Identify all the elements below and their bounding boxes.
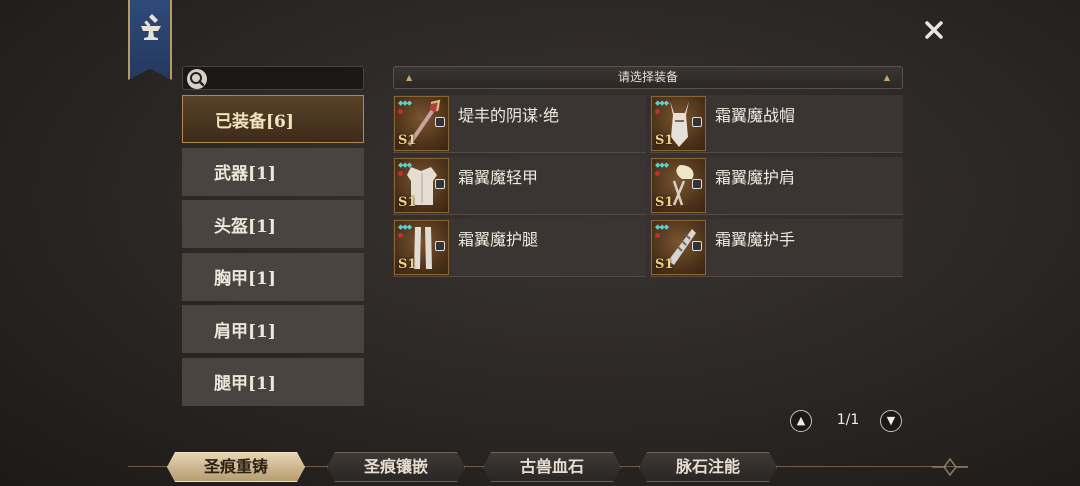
header-left-ornament-icon: ▲ xyxy=(406,73,413,82)
staff-icon: ◆◆◆ S1 xyxy=(394,96,449,151)
tab-veinstone-infusion[interactable]: 脉石注能 xyxy=(639,452,777,482)
category-shoulder[interactable]: 肩甲[1] xyxy=(182,305,364,354)
category-weapon[interactable]: 武器[1] xyxy=(182,147,364,196)
category-label: 已装备[6] xyxy=(215,111,294,132)
category-label: 腿甲[1] xyxy=(214,374,276,395)
category-label: 武器[1] xyxy=(214,164,276,185)
header-title: 请选择装备 xyxy=(617,70,678,84)
category-legs[interactable]: 腿甲[1] xyxy=(182,357,364,406)
page-down-button[interactable]: ▼ xyxy=(880,410,902,432)
category-list: 已装备[6] 武器[1] 头盔[1] 胸甲[1] 肩甲[1] 腿甲[1] xyxy=(182,95,364,411)
category-label: 胸甲[1] xyxy=(214,269,276,290)
lock-icon xyxy=(692,179,702,189)
equipment-item[interactable]: ◆◆◆ S1 霜翼魔护腿 xyxy=(393,219,646,277)
tier-badge: S1 xyxy=(655,195,674,210)
equipment-item[interactable]: ◆◆◆ S1 霜翼魔轻甲 xyxy=(393,157,646,215)
tab-label: 古兽血石 xyxy=(519,457,584,476)
equipment-grid: ◆◆◆ S1 堤丰的阴谋·绝 ◆◆◆ S1 霜翼魔战帽 ◆◆◆ S1 霜翼魔轻甲… xyxy=(393,95,903,281)
page-indicator: 1/1 xyxy=(836,412,860,428)
bottom-tab-bar: 圣痕重铸 圣痕镶嵌 古兽血石 脉石注能 xyxy=(0,446,1080,486)
equipment-item[interactable]: ◆◆◆ S1 霜翼魔护手 xyxy=(650,219,903,277)
equipment-name: 霜翼魔战帽 xyxy=(715,106,796,125)
equipment-item[interactable]: ◆◆◆ S1 霜翼魔战帽 xyxy=(650,95,903,153)
helmet-icon: ◆◆◆ S1 xyxy=(651,96,706,151)
lock-icon xyxy=(692,241,702,251)
tier-badge: S1 xyxy=(655,133,674,148)
tier-badge: S1 xyxy=(398,257,417,272)
search-icon[interactable] xyxy=(186,68,208,94)
select-equipment-header: ▲ 请选择装备 ▲ xyxy=(393,66,903,89)
page-up-button[interactable]: ▲ xyxy=(790,410,812,432)
close-icon xyxy=(925,21,943,39)
header-right-ornament-icon: ▲ xyxy=(883,73,890,82)
category-label: 肩甲[1] xyxy=(214,321,276,342)
equipment-name: 霜翼魔护肩 xyxy=(715,168,796,187)
anvil-icon xyxy=(141,14,161,40)
tab-label: 圣痕镶嵌 xyxy=(363,457,428,476)
chevron-down-icon: ▼ xyxy=(886,414,896,427)
tier-badge: S1 xyxy=(655,257,674,272)
tab-stigmata-reforge[interactable]: 圣痕重铸 xyxy=(167,452,305,482)
pauldron-icon: ◆◆◆ S1 xyxy=(651,158,706,213)
category-equipped[interactable]: 已装备[6] xyxy=(182,95,364,143)
tier-badge: S1 xyxy=(398,195,417,210)
pager: ▲ 1/1 ▼ xyxy=(788,408,904,436)
forge-banner xyxy=(128,0,172,80)
search-input[interactable] xyxy=(209,69,363,89)
lock-icon xyxy=(435,241,445,251)
category-label: 头盔[1] xyxy=(214,216,276,237)
gauntlet-icon: ◆◆◆ S1 xyxy=(651,220,706,275)
tab-stigmata-inlay[interactable]: 圣痕镶嵌 xyxy=(327,452,465,482)
equipment-name: 霜翼魔护腿 xyxy=(458,230,539,249)
tier-badge: S1 xyxy=(398,133,417,148)
equipment-item[interactable]: ◆◆◆ S1 霜翼魔护肩 xyxy=(650,157,903,215)
equipment-name: 霜翼魔轻甲 xyxy=(458,168,539,187)
search-box[interactable] xyxy=(182,66,364,90)
equipment-item[interactable]: ◆◆◆ S1 堤丰的阴谋·绝 xyxy=(393,95,646,153)
chevron-up-icon: ▲ xyxy=(796,414,806,427)
equipment-name: 霜翼魔护手 xyxy=(715,230,796,249)
ornament-icon xyxy=(932,457,968,477)
lock-icon xyxy=(692,117,702,127)
category-helmet[interactable]: 头盔[1] xyxy=(182,200,364,249)
tab-label: 圣痕重铸 xyxy=(203,457,268,476)
category-chest[interactable]: 胸甲[1] xyxy=(182,252,364,301)
tab-label: 脉石注能 xyxy=(675,457,740,476)
lock-icon xyxy=(435,179,445,189)
chest-armor-icon: ◆◆◆ S1 xyxy=(394,158,449,213)
leg-armor-icon: ◆◆◆ S1 xyxy=(394,220,449,275)
lock-icon xyxy=(435,117,445,127)
equipment-name: 堤丰的阴谋·绝 xyxy=(458,106,560,125)
close-button[interactable] xyxy=(918,14,950,46)
tab-ancient-bloodstone[interactable]: 古兽血石 xyxy=(483,452,621,482)
